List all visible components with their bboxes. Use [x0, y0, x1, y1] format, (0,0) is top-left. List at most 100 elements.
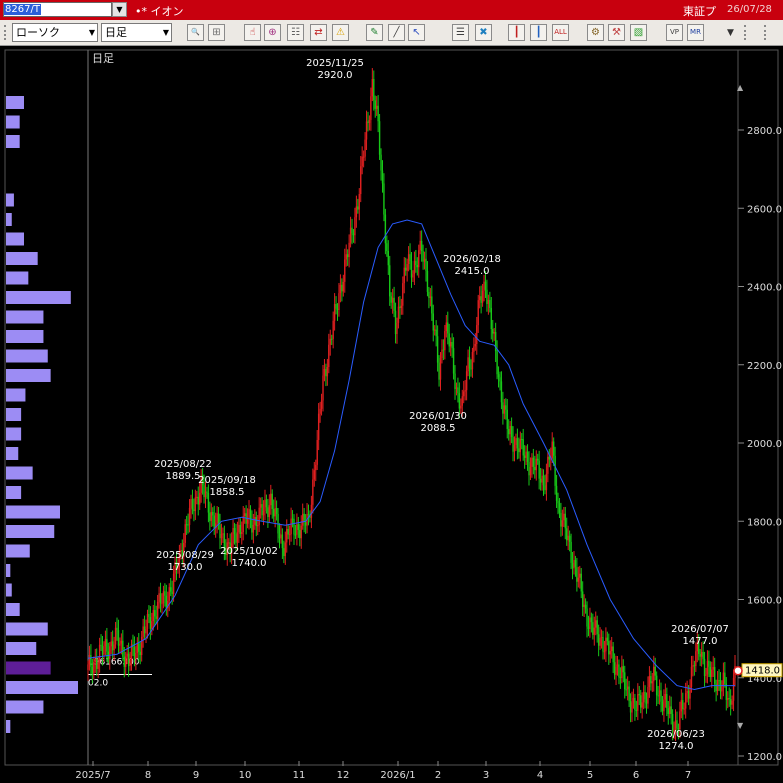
candle-body: [140, 636, 143, 655]
candle-body: [502, 402, 504, 414]
candle-body: [507, 428, 510, 435]
candle-body: [705, 674, 707, 676]
volume-profile-bar: [6, 96, 24, 109]
cursor-icon[interactable]: ↖: [408, 24, 425, 41]
toolbar-grip[interactable]: [764, 25, 769, 40]
candle-body: [612, 646, 614, 663]
candle-body: [713, 667, 716, 684]
volume-profile-bar: [6, 408, 22, 421]
alert-icon[interactable]: ⚠: [332, 24, 349, 41]
date-label: 26/07/28: [727, 4, 772, 15]
candle-body: [313, 470, 316, 480]
volume-profile-bar: [6, 544, 30, 558]
candle-body: [114, 627, 117, 645]
x-tick-label: 2: [435, 770, 441, 781]
symbol-dropdown-button[interactable]: ▼: [112, 2, 127, 17]
candle-body: [487, 299, 490, 304]
vp-icon[interactable]: VP: [666, 24, 683, 41]
candle-body: [233, 527, 236, 534]
candle-body: [346, 254, 349, 258]
volume-profile-bar: [6, 369, 51, 382]
candle-body: [358, 194, 360, 210]
candle-body: [387, 250, 389, 266]
split-icon[interactable]: ⊞: [208, 24, 225, 41]
candle-body: [113, 644, 115, 651]
candle-body: [622, 666, 624, 673]
candle-body: [111, 641, 114, 651]
candle-body: [104, 638, 107, 647]
candle-body: [467, 357, 469, 372]
symbol-input[interactable]: 8267/T: [3, 2, 112, 17]
candle-body: [213, 515, 215, 529]
candle-body: [667, 708, 669, 714]
x-tick-label: 3: [483, 770, 489, 781]
candle-body: [555, 485, 558, 501]
candle-body: [609, 651, 611, 655]
candle-body: [635, 709, 638, 711]
chart-type-select[interactable]: ローソク ▼: [12, 23, 98, 42]
candle-body: [312, 479, 314, 505]
candle-body: [275, 508, 278, 514]
mr-icon[interactable]: MR: [687, 24, 704, 41]
candle-body: [317, 413, 320, 440]
tool-icon[interactable]: ⚒: [608, 24, 625, 41]
toolbar-grip[interactable]: [4, 25, 9, 40]
candle-body: [724, 672, 726, 684]
candle-body: [545, 473, 548, 491]
x-tick-label: 7: [685, 770, 691, 781]
candle-body: [692, 665, 694, 667]
candle-body: [93, 662, 95, 674]
compare-icon[interactable]: ⇄: [310, 24, 327, 41]
candle-body: [149, 617, 152, 629]
candle-body: [216, 513, 218, 524]
candle-body: [136, 643, 139, 653]
candle-body: [493, 332, 495, 334]
candle-body: [197, 496, 199, 505]
candle-body: [499, 377, 501, 382]
candle-icon[interactable]: ┃: [508, 24, 525, 41]
zoom-icon[interactable]: 🔍: [187, 24, 204, 41]
candle-body: [304, 521, 307, 526]
title-bar: 8267/T ▼ •* イオン 東証プ 26/07/28: [0, 0, 783, 20]
volume-profile-bar: [6, 232, 24, 246]
candle-body: [557, 500, 559, 504]
candle-body: [438, 362, 440, 380]
toolbar-grip[interactable]: [744, 25, 749, 40]
candle-body: [418, 250, 420, 268]
annotation-price: 1730.0: [168, 562, 203, 573]
candle2-icon[interactable]: ┃: [530, 24, 547, 41]
search-chart-icon[interactable]: ⊕: [264, 24, 281, 41]
candle-body: [448, 333, 450, 347]
candle-body: [564, 513, 566, 529]
settings-icon[interactable]: ⚙: [587, 24, 604, 41]
candle-body: [576, 567, 578, 582]
candle-body: [378, 121, 381, 155]
volume-profile-bar: [6, 661, 51, 675]
delete-icon[interactable]: ✖: [475, 24, 492, 41]
candle-body: [647, 687, 649, 704]
candle-body: [145, 629, 147, 634]
period-value: 日足: [105, 26, 127, 39]
line-draw-icon[interactable]: ╱: [388, 24, 405, 41]
candle-body: [357, 206, 359, 210]
candle-body: [708, 660, 710, 667]
pencil-icon[interactable]: ✎: [366, 24, 383, 41]
toolbar-overflow-icon[interactable]: ▼: [727, 28, 734, 38]
candle-body: [355, 206, 358, 218]
candle-body: [590, 617, 593, 623]
pointer-icon[interactable]: ☝: [244, 24, 261, 41]
candle-body: [319, 408, 321, 414]
palette-icon[interactable]: ▧: [630, 24, 647, 41]
price-chart[interactable]: 2800.0 2600.0 2400.0 2200.0 2000.0 1800.0 1600…: [0, 46, 783, 783]
candle-body: [651, 681, 654, 684]
annotation-price: 1889.5: [166, 471, 201, 482]
note-icon[interactable]: ☰: [452, 24, 469, 41]
candle-body: [228, 542, 230, 544]
table-icon[interactable]: ☷: [287, 24, 304, 41]
candle-body: [480, 296, 482, 303]
volume-profile-bar: [6, 486, 22, 499]
candle-body: [664, 694, 667, 700]
period-select[interactable]: 日足 ▼: [101, 23, 172, 42]
candle-body: [146, 614, 149, 630]
all-icon[interactable]: ALL: [552, 24, 569, 41]
